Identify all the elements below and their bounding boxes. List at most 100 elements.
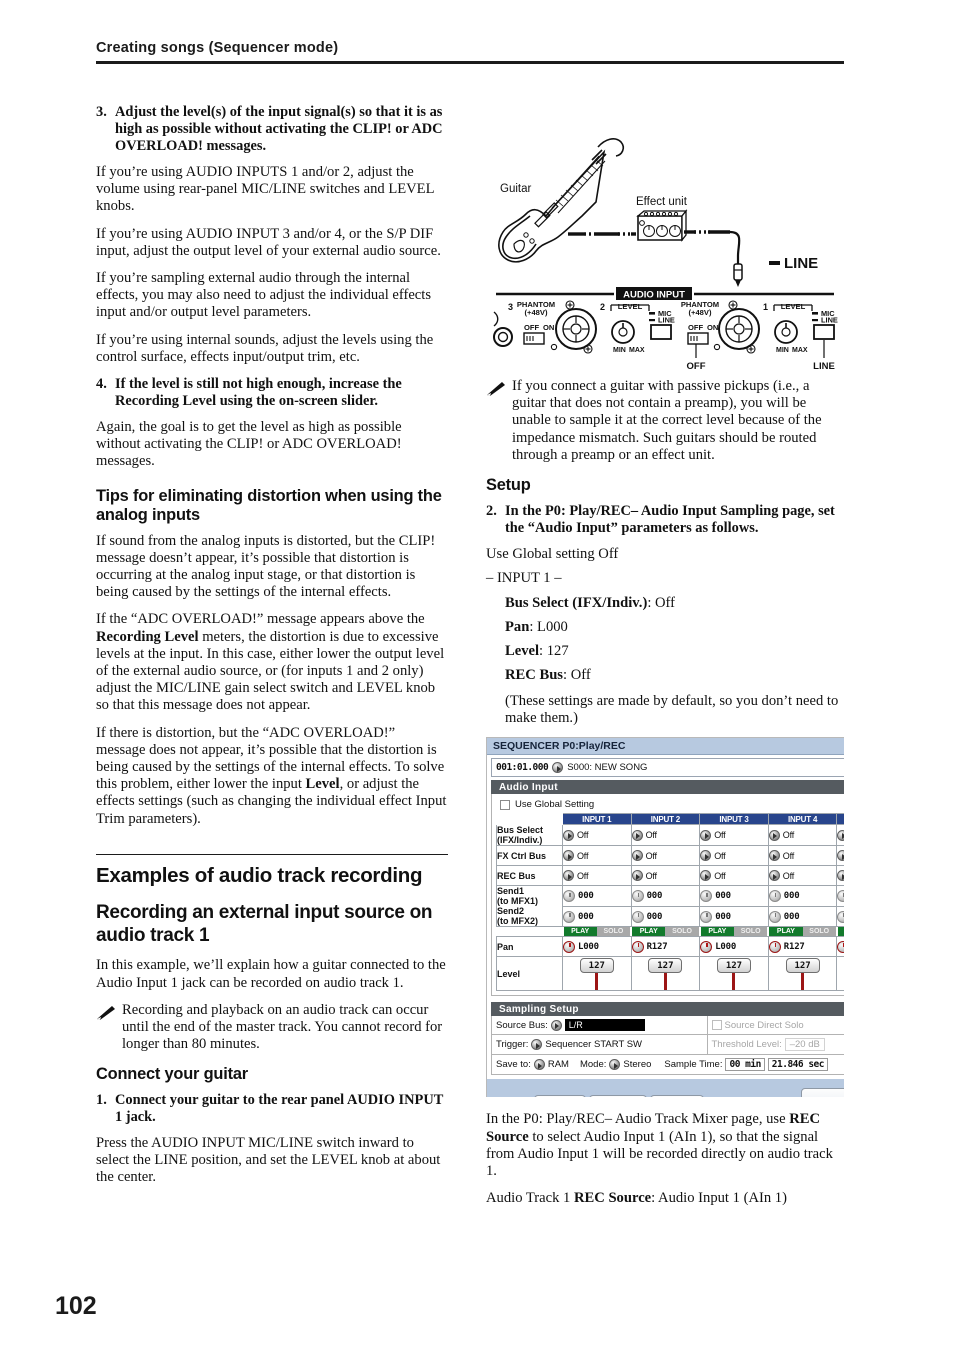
solo-button[interactable]: SOLO [596, 927, 631, 937]
song-popup-icon[interactable] [552, 762, 564, 774]
popup-icon[interactable] [837, 870, 844, 882]
save-to-value[interactable]: RAM [548, 1059, 569, 1070]
pan-input3[interactable]: L000 [699, 936, 769, 958]
heading-tips-distortion: Tips for eliminating distortion when usi… [96, 486, 442, 525]
button-karma-ge[interactable]: KARMA GE [801, 1088, 844, 1098]
send1-input3[interactable]: 000 [699, 885, 769, 907]
play-button[interactable]: PLAY [769, 927, 803, 937]
knob-icon[interactable] [700, 910, 713, 923]
lcd-location-value: 001:01.000 [496, 762, 549, 774]
mode-popup-icon[interactable] [609, 1059, 621, 1071]
rec-bus-input3[interactable]: Off [699, 865, 769, 887]
threshold-level-value[interactable]: –20 dB [784, 1038, 825, 1052]
solo-button[interactable]: SOLO [802, 927, 836, 937]
popup-icon[interactable] [837, 829, 844, 841]
send2-input2[interactable]: 000 [630, 905, 701, 928]
heading-setup: Setup [486, 476, 531, 495]
popup-icon[interactable] [563, 829, 574, 841]
play-button[interactable]: PLAY [837, 927, 844, 937]
pan-spdif-l[interactable]: L000 [836, 936, 844, 958]
fx-ctrl-input1[interactable]: Off [562, 845, 632, 867]
pan-knob-icon[interactable] [768, 940, 781, 953]
popup-icon[interactable] [768, 870, 780, 882]
source-bus-popup-icon[interactable] [550, 1019, 562, 1031]
button-audio-track-mixer[interactable]: Audio TrackMixer [589, 1095, 647, 1098]
level-slider-value[interactable]: 127 [716, 958, 751, 974]
popup-icon[interactable] [700, 870, 712, 882]
popup-icon[interactable] [768, 850, 780, 862]
popup-icon[interactable] [631, 870, 643, 882]
popup-icon[interactable] [563, 870, 574, 882]
bus-select-input3[interactable]: Off [699, 824, 769, 847]
popup-icon[interactable] [837, 850, 844, 862]
bus-select-input4[interactable]: Off [767, 824, 838, 847]
popup-icon[interactable] [700, 850, 712, 862]
pan-knob-icon[interactable] [837, 940, 844, 953]
mode-value[interactable]: Stereo [623, 1059, 651, 1070]
pan-input1[interactable]: L000 [562, 936, 632, 958]
popup-icon[interactable] [563, 850, 574, 862]
knob-icon[interactable] [631, 910, 644, 923]
bus-select-input1[interactable]: Off [562, 824, 632, 847]
bus-select-spdif-l[interactable]: Off [836, 824, 844, 847]
rec-bus-input2[interactable]: Off [630, 865, 701, 887]
knob-icon[interactable] [768, 910, 781, 923]
send1-spdif-l[interactable]: 000 [836, 885, 844, 907]
play-button[interactable]: PLAY [563, 927, 597, 937]
lcd-song-name[interactable]: S000: NEW SONG [567, 762, 647, 773]
pan-knob-icon[interactable] [700, 940, 713, 953]
knob-icon[interactable] [837, 890, 844, 903]
button-midi-prog-mixer[interactable]: MIDI Prog/Mixer [534, 1095, 586, 1098]
level-input2[interactable]: 127 [630, 956, 701, 992]
level-input1[interactable]: 127 [562, 956, 632, 992]
knob-icon[interactable] [631, 890, 644, 903]
knob-icon[interactable] [837, 910, 844, 923]
save-to-popup-icon[interactable] [533, 1059, 545, 1071]
pan-input4[interactable]: R127 [767, 936, 838, 958]
send2-spdif-l[interactable]: 000 [836, 905, 844, 928]
bus-select-input2[interactable]: Off [630, 824, 701, 847]
rec-bus-input4[interactable]: Off [767, 865, 838, 887]
knob-icon[interactable] [768, 890, 781, 903]
trigger-value[interactable]: Sequencer START SW [545, 1039, 642, 1050]
fx-ctrl-spdif-l[interactable]: Off [836, 845, 844, 867]
use-global-setting-checkbox[interactable] [500, 799, 510, 810]
send1-input2[interactable]: 000 [630, 885, 701, 907]
fx-ctrl-input4[interactable]: Off [767, 845, 838, 867]
play-button[interactable]: PLAY [632, 927, 666, 937]
level-slider-value[interactable]: 127 [648, 958, 683, 974]
trigger-popup-icon[interactable] [531, 1039, 543, 1051]
send2-input3[interactable]: 000 [699, 905, 769, 928]
level-input3[interactable]: 127 [699, 956, 769, 992]
fx-ctrl-input2[interactable]: Off [630, 845, 701, 867]
solo-button[interactable]: SOLO [733, 927, 768, 937]
popup-icon[interactable] [768, 829, 780, 841]
solo-button[interactable]: SOLO [665, 927, 699, 937]
knob-icon[interactable] [700, 890, 713, 903]
fx-ctrl-input3[interactable]: Off [699, 845, 769, 867]
knob-icon[interactable] [563, 910, 575, 923]
send1-input1[interactable]: 000 [562, 885, 632, 907]
pan-knob-icon[interactable] [563, 940, 575, 953]
popup-icon[interactable] [700, 829, 712, 841]
level-spdif-l[interactable]: 127 [836, 956, 844, 992]
use-global-setting-row[interactable]: Use Global Setting [496, 797, 844, 813]
level-slider-value[interactable]: 127 [579, 958, 614, 974]
popup-icon[interactable] [631, 850, 643, 862]
source-direct-solo-checkbox[interactable] [711, 1020, 722, 1031]
send1-input4[interactable]: 000 [767, 885, 838, 907]
level-input4[interactable]: 127 [767, 956, 838, 992]
rec-bus-input1[interactable]: Off [562, 865, 632, 887]
send2-input1[interactable]: 000 [562, 905, 632, 928]
level-slider-value[interactable]: 127 [785, 958, 820, 974]
send2-input4[interactable]: 000 [767, 905, 838, 928]
pan-knob-icon[interactable] [631, 940, 644, 953]
button-midi-track-loop[interactable]: MIDI TrackLoop [650, 1095, 704, 1098]
knob-icon[interactable] [563, 890, 575, 903]
lcd-screenshot: SEQUENCER P0:Play/REC Audio 001:01.000 S… [486, 737, 844, 1098]
play-button[interactable]: PLAY [700, 927, 734, 937]
source-bus-value[interactable]: L/R [564, 1019, 645, 1032]
pan-input2[interactable]: R127 [630, 936, 701, 958]
rec-bus-spdif-l[interactable]: Off [836, 865, 844, 887]
popup-icon[interactable] [631, 829, 643, 841]
